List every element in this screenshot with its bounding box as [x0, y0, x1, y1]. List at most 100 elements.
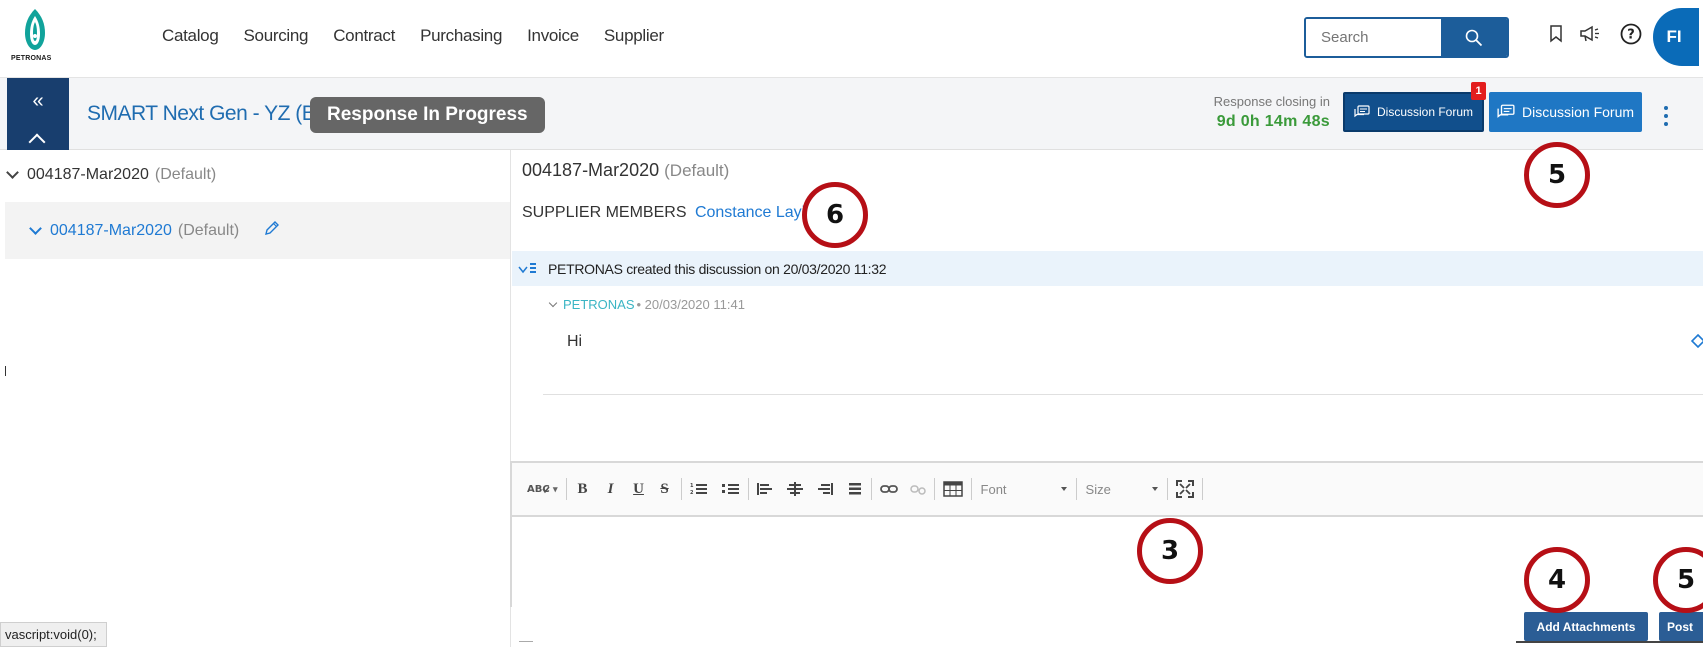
svg-text:2: 2 — [690, 490, 694, 496]
toolbar-separator — [747, 478, 749, 500]
tree-child-item[interactable]: 004187-Mar2020 (Default) — [5, 202, 510, 259]
menu-catalog[interactable]: Catalog — [162, 26, 219, 46]
status-badge: Response In Progress — [310, 97, 545, 133]
justify-icon[interactable] — [844, 478, 866, 500]
expand-thread-icon[interactable] — [518, 262, 540, 276]
spellcheck-icon[interactable]: ABC ▾ — [524, 478, 561, 500]
post-button[interactable]: Post — [1659, 612, 1703, 641]
align-right-icon[interactable] — [814, 478, 836, 500]
divider — [543, 394, 1703, 395]
italic-button[interactable]: I — [600, 478, 622, 500]
more-options-icon[interactable] — [1664, 106, 1668, 126]
numbered-list-icon[interactable]: 12 — [687, 478, 711, 500]
supplier-members-link[interactable]: Constance Layi... — [695, 204, 819, 221]
discussion-forum-button[interactable]: Discussion Forum — [1343, 92, 1484, 132]
menu-purchasing[interactable]: Purchasing — [420, 26, 502, 46]
reply-author: PETRONAS — [563, 297, 635, 312]
reply-icon[interactable] — [1690, 333, 1703, 353]
search-button[interactable] — [1441, 19, 1507, 56]
dropdown-arrow-icon — [1060, 487, 1067, 491]
menu-invoice[interactable]: Invoice — [527, 26, 579, 46]
editor-toolbar: ABC ▾ B I U S 12 Font Size — [512, 463, 1703, 517]
top-navigation: PETRONAS Catalog Sourcing Contract Purch… — [0, 0, 1703, 78]
tree-root-item[interactable]: 004187-Mar2020 (Default) — [6, 166, 217, 184]
maximize-icon[interactable] — [1173, 478, 1197, 500]
event-header: « SMART Next Gen - YZ (B... Response In … — [0, 78, 1703, 151]
chevron-down-icon[interactable] — [548, 298, 558, 307]
closing-label: Response closing in — [1213, 94, 1330, 109]
link-icon[interactable] — [877, 478, 901, 500]
browser-status-bar: vascript:void(0); — [0, 622, 107, 647]
dropdown-arrow-icon — [1151, 487, 1158, 491]
divider — [5, 366, 6, 376]
tree-child-tag: (Default) — [177, 221, 240, 239]
menu-sourcing[interactable]: Sourcing — [244, 26, 309, 46]
search-icon — [1465, 29, 1483, 46]
search-box — [1304, 17, 1509, 58]
reply-body: Hi — [567, 333, 583, 350]
callout-badge: 4 — [1524, 547, 1590, 613]
tree-root-tag: (Default) — [154, 166, 217, 183]
message-editor-area[interactable] — [512, 517, 1703, 607]
toolbar-separator — [565, 478, 567, 500]
callout-badge: 3 — [1137, 518, 1203, 584]
bookmark-icon[interactable] — [1544, 22, 1568, 46]
tree-child-name[interactable]: 004187-Mar2020 — [50, 222, 172, 240]
edit-pencil-icon[interactable] — [263, 219, 281, 242]
chat-icon — [1354, 105, 1370, 118]
tree-root-name: 004187-Mar2020 — [27, 166, 149, 183]
help-icon[interactable]: ? — [1619, 22, 1643, 46]
closing-countdown: 9d 0h 14m 48s — [1216, 113, 1330, 130]
toolbar-separator — [680, 478, 682, 500]
chat-icon — [1497, 104, 1515, 118]
megaphone-icon[interactable] — [1578, 22, 1602, 46]
bullet-list-icon[interactable] — [719, 478, 743, 500]
size-select-label: Size — [1085, 481, 1111, 497]
supplier-members: SUPPLIER MEMBERS Constance Layi... — [522, 204, 819, 222]
svg-text:?: ? — [1627, 28, 1635, 43]
discussion-forum-label: Discussion Forum — [1521, 104, 1635, 120]
discussion-forum-label: Discussion Forum — [1376, 105, 1474, 119]
menu-contract[interactable]: Contract — [333, 26, 395, 46]
discussion-created-bar: PETRONAS created this discussion on 20/0… — [512, 251, 1703, 286]
discussion-forum-button-secondary[interactable]: Discussion Forum — [1489, 92, 1642, 132]
reply-meta: PETRONAS • 20/03/2020 11:41 — [548, 297, 745, 312]
toolbar-separator — [870, 478, 872, 500]
unlink-icon[interactable] — [907, 478, 929, 500]
logo-text: PETRONAS — [11, 55, 52, 62]
avatar[interactable]: FI — [1653, 8, 1699, 66]
divider — [519, 641, 533, 642]
toolbar-separator — [933, 478, 935, 500]
font-select[interactable]: Font — [977, 478, 1071, 500]
discussion-name: 004187-Mar2020 — [522, 160, 660, 180]
add-attachments-button[interactable]: Add Attachments — [1524, 612, 1648, 641]
petronas-logo[interactable]: PETRONAS — [10, 6, 60, 66]
underline-button[interactable]: U — [628, 478, 650, 500]
toolbar-separator — [1166, 478, 1168, 500]
callout-badge: 6 — [802, 182, 868, 248]
strikethrough-button[interactable]: S — [654, 478, 676, 500]
callout-badge: 5 — [1524, 142, 1590, 208]
table-icon[interactable] — [940, 478, 966, 500]
bold-button[interactable]: B — [572, 478, 594, 500]
divider — [1516, 641, 1703, 643]
discussion-title: 004187-Mar2020 (Default) — [522, 160, 729, 181]
collapse-sidebar-button[interactable]: « — [7, 78, 69, 151]
menu-supplier[interactable]: Supplier — [604, 26, 664, 46]
align-left-icon[interactable] — [754, 478, 776, 500]
main-menu: Catalog Sourcing Contract Purchasing Inv… — [162, 26, 689, 46]
chevron-down-icon[interactable] — [29, 221, 42, 235]
discussion-created-text: PETRONAS created this discussion on 20/0… — [548, 260, 887, 277]
svg-text:1: 1 — [690, 483, 694, 489]
font-select-label: Font — [980, 481, 1007, 497]
chevron-down-icon[interactable] — [6, 166, 19, 179]
notification-badge: 1 — [1471, 82, 1486, 100]
search-input[interactable] — [1306, 19, 1441, 56]
size-select[interactable]: Size — [1082, 478, 1162, 500]
event-title[interactable]: SMART Next Gen - YZ (B... — [87, 102, 332, 126]
align-center-icon[interactable] — [784, 478, 806, 500]
toolbar-separator — [970, 478, 972, 500]
response-closing: Response closing in 9d 0h 14m 48s — [1178, 94, 1330, 131]
reply-timestamp: • 20/03/2020 11:41 — [636, 297, 745, 312]
toolbar-separator — [1075, 478, 1077, 500]
